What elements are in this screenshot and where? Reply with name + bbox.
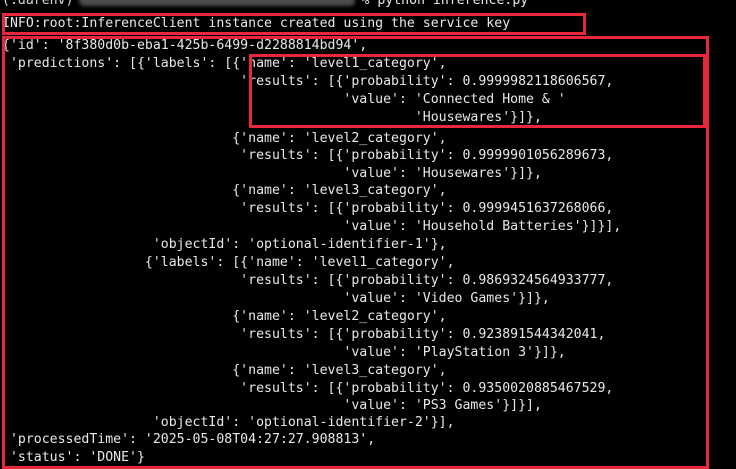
output-line: {'id': '8f380d0b-eba1-425b-6499-d2288814… bbox=[2, 38, 368, 53]
output-line: 'value': 'Housewares'}]}, bbox=[2, 166, 542, 181]
output-line: 'status': 'DONE'} bbox=[2, 450, 145, 465]
output-line: {'name': 'level2_category', bbox=[2, 309, 447, 324]
output-line: {'name': 'level2_category', bbox=[2, 131, 447, 146]
output-line: {'labels': [{'name': 'level1_category', bbox=[2, 255, 455, 270]
prompt-command: % python inference.py bbox=[361, 0, 529, 8]
output-line: {'name': 'level3_category', bbox=[2, 363, 447, 378]
output-line: {'name': 'level3_category', bbox=[2, 183, 447, 198]
output-line: 'results': [{'probability': 0.9999901056… bbox=[2, 148, 614, 163]
output-line: 'results': [{'probability': 0.9869324564… bbox=[2, 273, 614, 288]
output-line: 'value': 'Video Games'}]}, bbox=[2, 291, 550, 306]
output-line: 'processedTime': '2025-05-08T04:27:27.90… bbox=[2, 432, 376, 447]
prompt-env: (.darenv) bbox=[2, 0, 74, 8]
output-line: 'results': [{'probability': 0.9350020885… bbox=[2, 381, 614, 396]
output-line: 'objectId': 'optional-identifier-1'}, bbox=[2, 237, 447, 252]
output-line: 'value': 'PS3 Games'}]}], bbox=[2, 398, 542, 413]
output-line: 'value': 'Household Batteries'}]}], bbox=[2, 219, 622, 234]
prompt-line: (.darenv) % python inference.py bbox=[2, 0, 528, 10]
output-line: 'value': 'PlayStation 3'}]}, bbox=[2, 345, 566, 360]
output-line: 'objectId': 'optional-identifier-2'}], bbox=[2, 415, 455, 430]
output-line: 'value': 'Connected Home & ' bbox=[2, 92, 566, 107]
output-line: 'results': [{'probability': 0.9238915443… bbox=[2, 327, 606, 342]
output-line: 'Housewares'}]}, bbox=[2, 110, 542, 125]
output-line: 'results': [{'probability': 0.9999451637… bbox=[2, 201, 614, 216]
log-line-info: INFO:root:InferenceClient instance creat… bbox=[2, 16, 511, 31]
redacted-path bbox=[79, 0, 356, 6]
output-line: 'results': [{'probability': 0.9999982118… bbox=[2, 74, 614, 89]
output-line: 'predictions': [{'labels': [{'name': 'le… bbox=[2, 56, 447, 71]
